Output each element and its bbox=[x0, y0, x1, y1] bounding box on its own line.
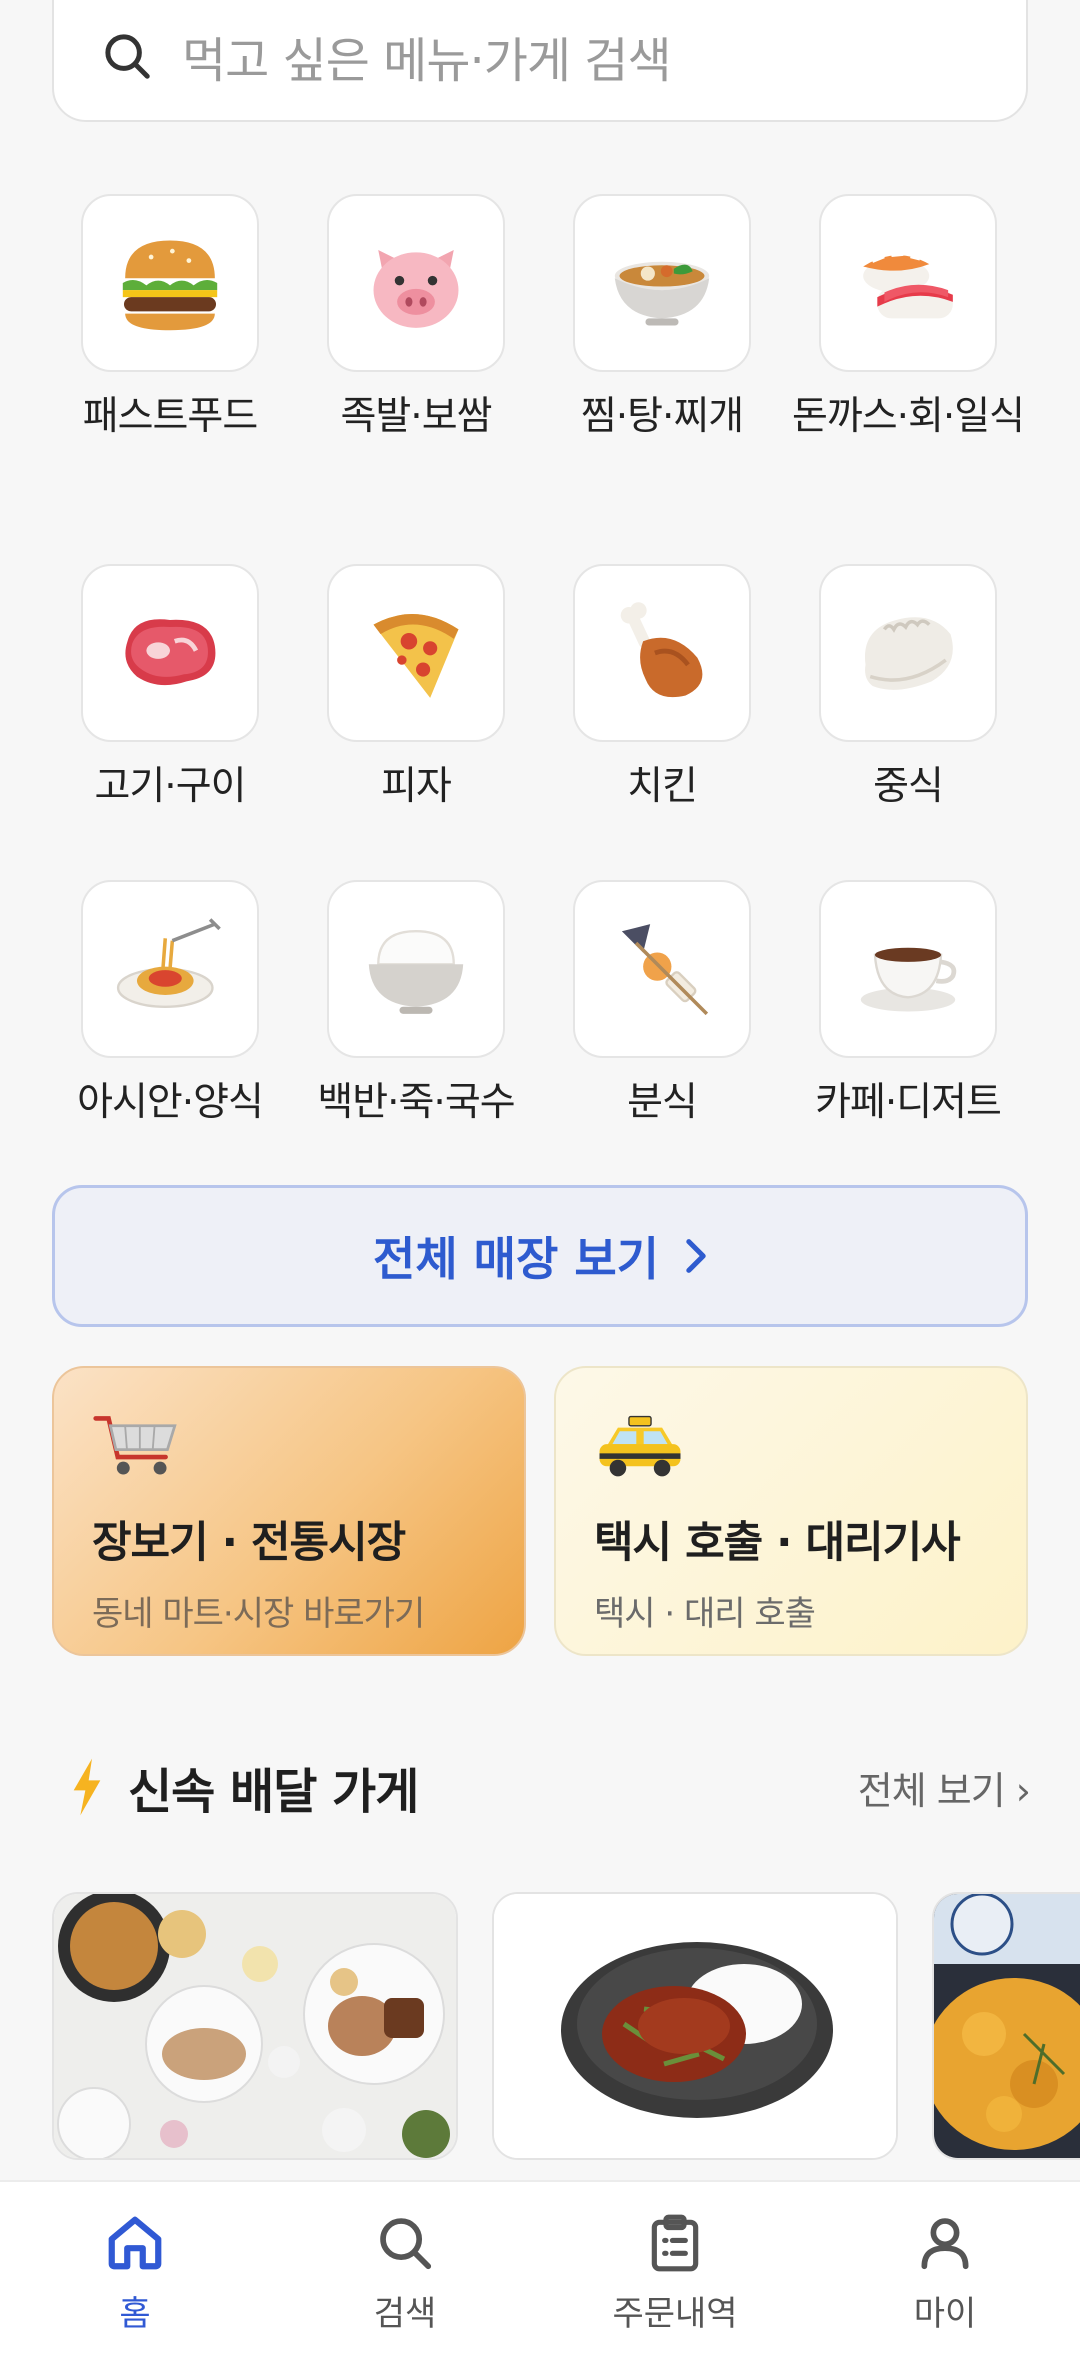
market-card-title: 장보기 · 전통시장 bbox=[92, 1518, 406, 1568]
category-label: 패스트푸드 bbox=[82, 394, 258, 439]
market-card-subtitle: 동네 마트·시장 바로가기 bbox=[92, 1594, 425, 1634]
taxi-icon bbox=[599, 1415, 681, 1477]
category-label: 아시안·양식 bbox=[77, 1080, 264, 1125]
category-label: 백반·죽·국수 bbox=[317, 1080, 515, 1125]
burger-icon bbox=[122, 240, 218, 331]
lightning-icon bbox=[73, 1758, 101, 1816]
nav-orders[interactable]: 주문내역 bbox=[540, 2182, 810, 2360]
nav-search-label: 검색 bbox=[373, 2294, 437, 2334]
category-tile bbox=[819, 564, 997, 742]
search-placeholder: 먹고 싶은 메뉴·가게 검색 bbox=[182, 33, 672, 89]
market-shopping-card[interactable]: 장보기 · 전통시장 동네 마트·시장 바로가기 bbox=[52, 1366, 526, 1656]
store-card[interactable] bbox=[932, 1892, 1080, 2160]
category-label: 중식 bbox=[873, 764, 944, 809]
rice-bowl-icon bbox=[368, 930, 464, 1014]
pig-face-icon bbox=[373, 249, 459, 328]
store-image bbox=[494, 1894, 896, 2158]
category-stew[interactable]: 찜·탕·찌개 bbox=[542, 194, 782, 444]
category-tile bbox=[573, 194, 751, 372]
search-icon bbox=[380, 2218, 432, 2270]
category-asian-western[interactable]: 아시안·양식 bbox=[50, 880, 290, 1130]
category-tile bbox=[81, 194, 259, 372]
fast-delivery-header: 신속 배달 가게 전체 보기 › bbox=[70, 1752, 1031, 1822]
all-stores-button[interactable]: 전체 매장 보기 bbox=[52, 1185, 1028, 1327]
search-icon bbox=[105, 34, 150, 79]
category-label: 고기·구이 bbox=[94, 764, 247, 809]
category-tile bbox=[573, 564, 751, 742]
store-card[interactable] bbox=[52, 1892, 458, 2160]
search-bar[interactable]: 먹고 싶은 메뉴·가게 검색 bbox=[52, 0, 1028, 122]
coffee-cup-icon bbox=[860, 947, 957, 1012]
stew-bowl-icon bbox=[614, 261, 710, 326]
category-tile bbox=[819, 194, 997, 372]
see-all-link[interactable]: 전체 보기 › bbox=[858, 1760, 1031, 1815]
nav-home[interactable]: 홈 bbox=[0, 2182, 270, 2360]
category-tile bbox=[327, 880, 505, 1058]
home-icon bbox=[108, 2216, 162, 2270]
oden-skewer-icon bbox=[621, 924, 709, 1016]
nav-my-label: 마이 bbox=[913, 2294, 977, 2334]
nav-my[interactable]: 마이 bbox=[810, 2182, 1080, 2360]
category-tile bbox=[819, 880, 997, 1058]
all-stores-label: 전체 매장 보기 bbox=[373, 1232, 659, 1286]
meat-cut-icon bbox=[125, 619, 216, 686]
category-label: 치킨 bbox=[627, 764, 698, 809]
nav-orders-label: 주문내역 bbox=[612, 2294, 738, 2334]
sushi-icon bbox=[863, 253, 953, 319]
chevron-right-icon bbox=[686, 1239, 706, 1273]
bottom-navigation: 홈 검색 주문내역 마이 bbox=[0, 2180, 1080, 2360]
category-fastfood[interactable]: 패스트푸드 bbox=[50, 194, 290, 444]
category-cafe[interactable]: 카페·디저트 bbox=[788, 880, 1028, 1130]
clipboard-list-icon bbox=[651, 2214, 699, 2272]
category-label: 돈까스·회·일식 bbox=[791, 394, 1025, 439]
category-meat[interactable]: 고기·구이 bbox=[50, 564, 290, 814]
dumpling-icon bbox=[864, 617, 953, 690]
category-jokbal[interactable]: 족발·보쌈 bbox=[296, 194, 536, 444]
category-tile bbox=[81, 880, 259, 1058]
spaghetti-icon bbox=[116, 918, 221, 1008]
category-label: 분식 bbox=[627, 1080, 698, 1125]
nav-search[interactable]: 검색 bbox=[270, 2182, 540, 2360]
category-korean-meal[interactable]: 백반·죽·국수 bbox=[296, 880, 536, 1130]
person-icon bbox=[921, 2218, 969, 2270]
category-chinese[interactable]: 중식 bbox=[788, 564, 1028, 814]
category-tile bbox=[327, 194, 505, 372]
category-label: 카페·디저트 bbox=[815, 1080, 1002, 1125]
category-snack[interactable]: 분식 bbox=[542, 880, 782, 1130]
category-pizza[interactable]: 피자 bbox=[296, 564, 536, 814]
category-label: 피자 bbox=[381, 764, 452, 809]
store-card[interactable] bbox=[492, 1892, 898, 2160]
category-label: 찜·탕·찌개 bbox=[580, 394, 744, 439]
category-tile bbox=[327, 564, 505, 742]
taxi-card-title: 택시 호출 · 대리기사 bbox=[594, 1518, 961, 1568]
taxi-call-card[interactable]: 택시 호출 · 대리기사 택시 · 대리 호출 bbox=[554, 1366, 1028, 1656]
pizza-icon bbox=[373, 613, 459, 698]
category-chicken[interactable]: 치킨 bbox=[542, 564, 782, 814]
taxi-card-subtitle: 택시 · 대리 호출 bbox=[594, 1594, 816, 1634]
store-image bbox=[934, 1894, 1080, 2158]
category-tile bbox=[81, 564, 259, 742]
chicken-leg-icon bbox=[620, 602, 703, 698]
section-title: 신속 배달 가게 bbox=[128, 1764, 419, 1820]
shopping-cart-icon bbox=[93, 1416, 177, 1475]
nav-home-label: 홈 bbox=[119, 2294, 151, 2334]
category-japanese[interactable]: 돈까스·회·일식 bbox=[788, 194, 1028, 444]
store-image bbox=[54, 1894, 456, 2158]
category-tile bbox=[573, 880, 751, 1058]
category-label: 족발·보쌈 bbox=[340, 394, 493, 439]
